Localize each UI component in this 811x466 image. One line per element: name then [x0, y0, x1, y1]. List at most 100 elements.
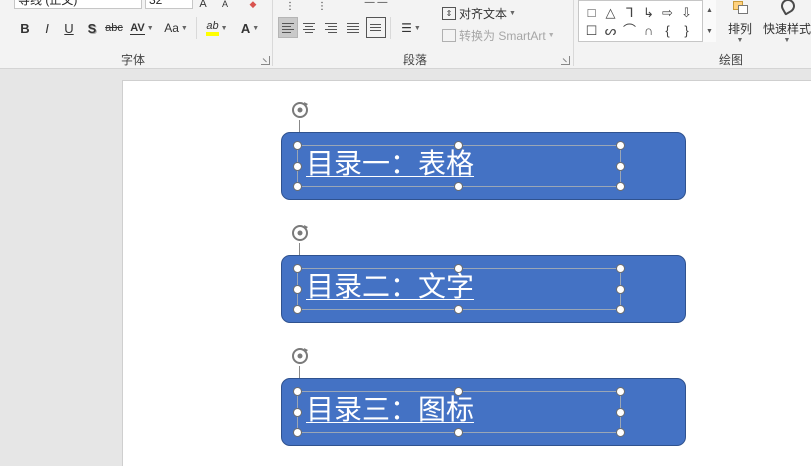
resize-handle[interactable]	[293, 141, 302, 150]
separator	[196, 17, 197, 39]
underline-button[interactable]: U	[60, 18, 78, 38]
align-center-button[interactable]	[300, 17, 320, 38]
resize-handle[interactable]	[293, 387, 302, 396]
resize-handle[interactable]	[616, 264, 625, 273]
ribbon: 等线 (正文) 32 A A ◆ B I U S abc AV ▼ Aa ▼ ab ▼…	[0, 0, 811, 69]
shape-item-2[interactable]: 目录二：文字	[281, 255, 686, 323]
chevron-down-icon: ▼	[220, 24, 228, 32]
resize-handle[interactable]	[293, 305, 302, 314]
resize-handle[interactable]	[293, 285, 302, 294]
document-area: 目录一：表格 目录二：文字 目录三：图标	[0, 70, 811, 466]
numbering-icon[interactable]: ⋮	[314, 0, 330, 16]
resize-handle[interactable]	[616, 305, 625, 314]
chevron-down-icon: ▼	[783, 36, 791, 44]
resize-handle[interactable]	[293, 162, 302, 171]
resize-handle[interactable]	[454, 264, 463, 273]
resize-handle[interactable]	[454, 387, 463, 396]
shape-option-icon[interactable]: ⇩	[678, 5, 695, 20]
shape-text-1[interactable]: 目录一：表格	[306, 147, 474, 181]
columns-button[interactable]: ☰ ▼	[396, 18, 426, 38]
bold-button[interactable]: B	[16, 18, 34, 38]
resize-handle[interactable]	[293, 182, 302, 191]
case-label: Aa	[164, 21, 179, 35]
clear-format-icon[interactable]: ◆	[246, 0, 260, 14]
shape-option-icon[interactable]: △	[602, 5, 619, 20]
slide-page[interactable]: 目录一：表格 目录二：文字 目录三：图标	[122, 80, 811, 466]
font-name-box[interactable]: 等线 (正文)	[14, 0, 142, 9]
shapes-gallery[interactable]: □ △ ᒣ ↳ ⇨ ⇩ ☐ ᔕ ⌒ ∩{}	[578, 0, 716, 42]
font-dialog-launcher-icon[interactable]	[261, 56, 270, 65]
quick-styles-button[interactable]: 快速样式 ▼	[760, 0, 811, 50]
shrink-font-icon[interactable]: A	[218, 0, 232, 14]
shadow-label: S	[87, 20, 97, 36]
rotate-handle-icon[interactable]	[289, 345, 311, 367]
font-color-button[interactable]: A ▼	[238, 18, 262, 38]
convert-smartart-button[interactable]: 转换为 SmartArt ▼	[442, 25, 566, 45]
shape-text-2[interactable]: 目录二：文字	[306, 270, 474, 304]
resize-handle[interactable]	[616, 387, 625, 396]
chevron-down-icon: ▼	[180, 24, 188, 32]
shape-text-3[interactable]: 目录三：图标	[306, 393, 474, 427]
chevron-down-icon: ▼	[736, 36, 744, 44]
resize-handle[interactable]	[616, 285, 625, 294]
italic-label: I	[45, 20, 49, 36]
rotate-handle-icon[interactable]	[289, 99, 311, 121]
arrange-button[interactable]: 排列 ▼	[722, 0, 758, 50]
shape-item-1[interactable]: 目录一：表格	[281, 132, 686, 200]
distributed-button[interactable]	[366, 17, 386, 38]
character-spacing-button[interactable]: AV ▼	[127, 18, 157, 38]
grow-font-icon[interactable]: A	[196, 0, 210, 14]
resize-handle[interactable]	[293, 264, 302, 273]
resize-handle[interactable]	[616, 162, 625, 171]
scroll-down-icon[interactable]: ▼	[706, 28, 713, 35]
shape-option-icon[interactable]: {	[659, 23, 676, 38]
shape-option-icon[interactable]: ⇨	[659, 5, 676, 20]
resize-handle[interactable]	[616, 182, 625, 191]
shape-option-icon[interactable]: □	[583, 5, 600, 20]
highlight-color-button[interactable]: ab ▼	[201, 18, 233, 38]
resize-handle[interactable]	[293, 408, 302, 417]
rotate-handle-icon[interactable]	[289, 222, 311, 244]
align-left-button[interactable]	[278, 17, 298, 38]
paragraph-group-label: 段落	[402, 53, 427, 67]
font-size-box[interactable]: 32	[145, 0, 193, 9]
justify-button[interactable]	[344, 17, 364, 38]
drawing-group-label: 绘图	[718, 53, 743, 67]
change-case-button[interactable]: Aa ▼	[161, 18, 191, 38]
align-text-button[interactable]: ⇕ 对齐文本 ▼	[442, 3, 522, 23]
shape-option-icon[interactable]: ⌒	[621, 23, 638, 38]
shape-option-icon[interactable]: ᔕ	[602, 23, 619, 38]
shape-item-3[interactable]: 目录三：图标	[281, 378, 686, 446]
resize-handle[interactable]	[616, 408, 625, 417]
line-spacing-icon[interactable]: — —	[356, 0, 396, 12]
quick-styles-label: 快速样式	[762, 21, 811, 36]
resize-handle[interactable]	[616, 141, 625, 150]
resize-handle[interactable]	[454, 141, 463, 150]
align-text-label: 对齐文本	[459, 6, 508, 21]
font-color-label: A	[240, 20, 251, 36]
separator	[390, 17, 391, 39]
underline-label: U	[64, 20, 74, 36]
shape-option-icon[interactable]: }	[678, 23, 695, 38]
resize-handle[interactable]	[616, 428, 625, 437]
scroll-up-icon[interactable]: ▲	[706, 7, 713, 14]
chevron-down-icon: ▼	[413, 24, 421, 32]
shape-option-icon[interactable]: ↳	[640, 5, 657, 20]
paragraph-dialog-launcher-icon[interactable]	[561, 56, 570, 65]
resize-handle[interactable]	[454, 428, 463, 437]
gallery-scrollbar[interactable]: ▲ ▼	[702, 0, 716, 42]
bullets-icon[interactable]: ⋮	[282, 0, 298, 16]
shape-option-icon[interactable]: ∩	[640, 23, 657, 38]
align-right-button[interactable]	[322, 17, 342, 38]
text-shadow-button[interactable]: S	[83, 18, 101, 38]
resize-handle[interactable]	[454, 182, 463, 191]
shape-option-icon[interactable]: ☐	[583, 23, 600, 38]
shape-option-icon[interactable]: ᒣ	[621, 5, 638, 20]
strikethrough-button[interactable]: abc	[104, 18, 124, 38]
bold-label: B	[20, 20, 30, 36]
italic-button[interactable]: I	[38, 18, 56, 38]
resize-handle[interactable]	[293, 428, 302, 437]
highlight-label: ab	[206, 20, 219, 36]
resize-handle[interactable]	[454, 305, 463, 314]
strikethrough-label: abc	[105, 22, 123, 34]
